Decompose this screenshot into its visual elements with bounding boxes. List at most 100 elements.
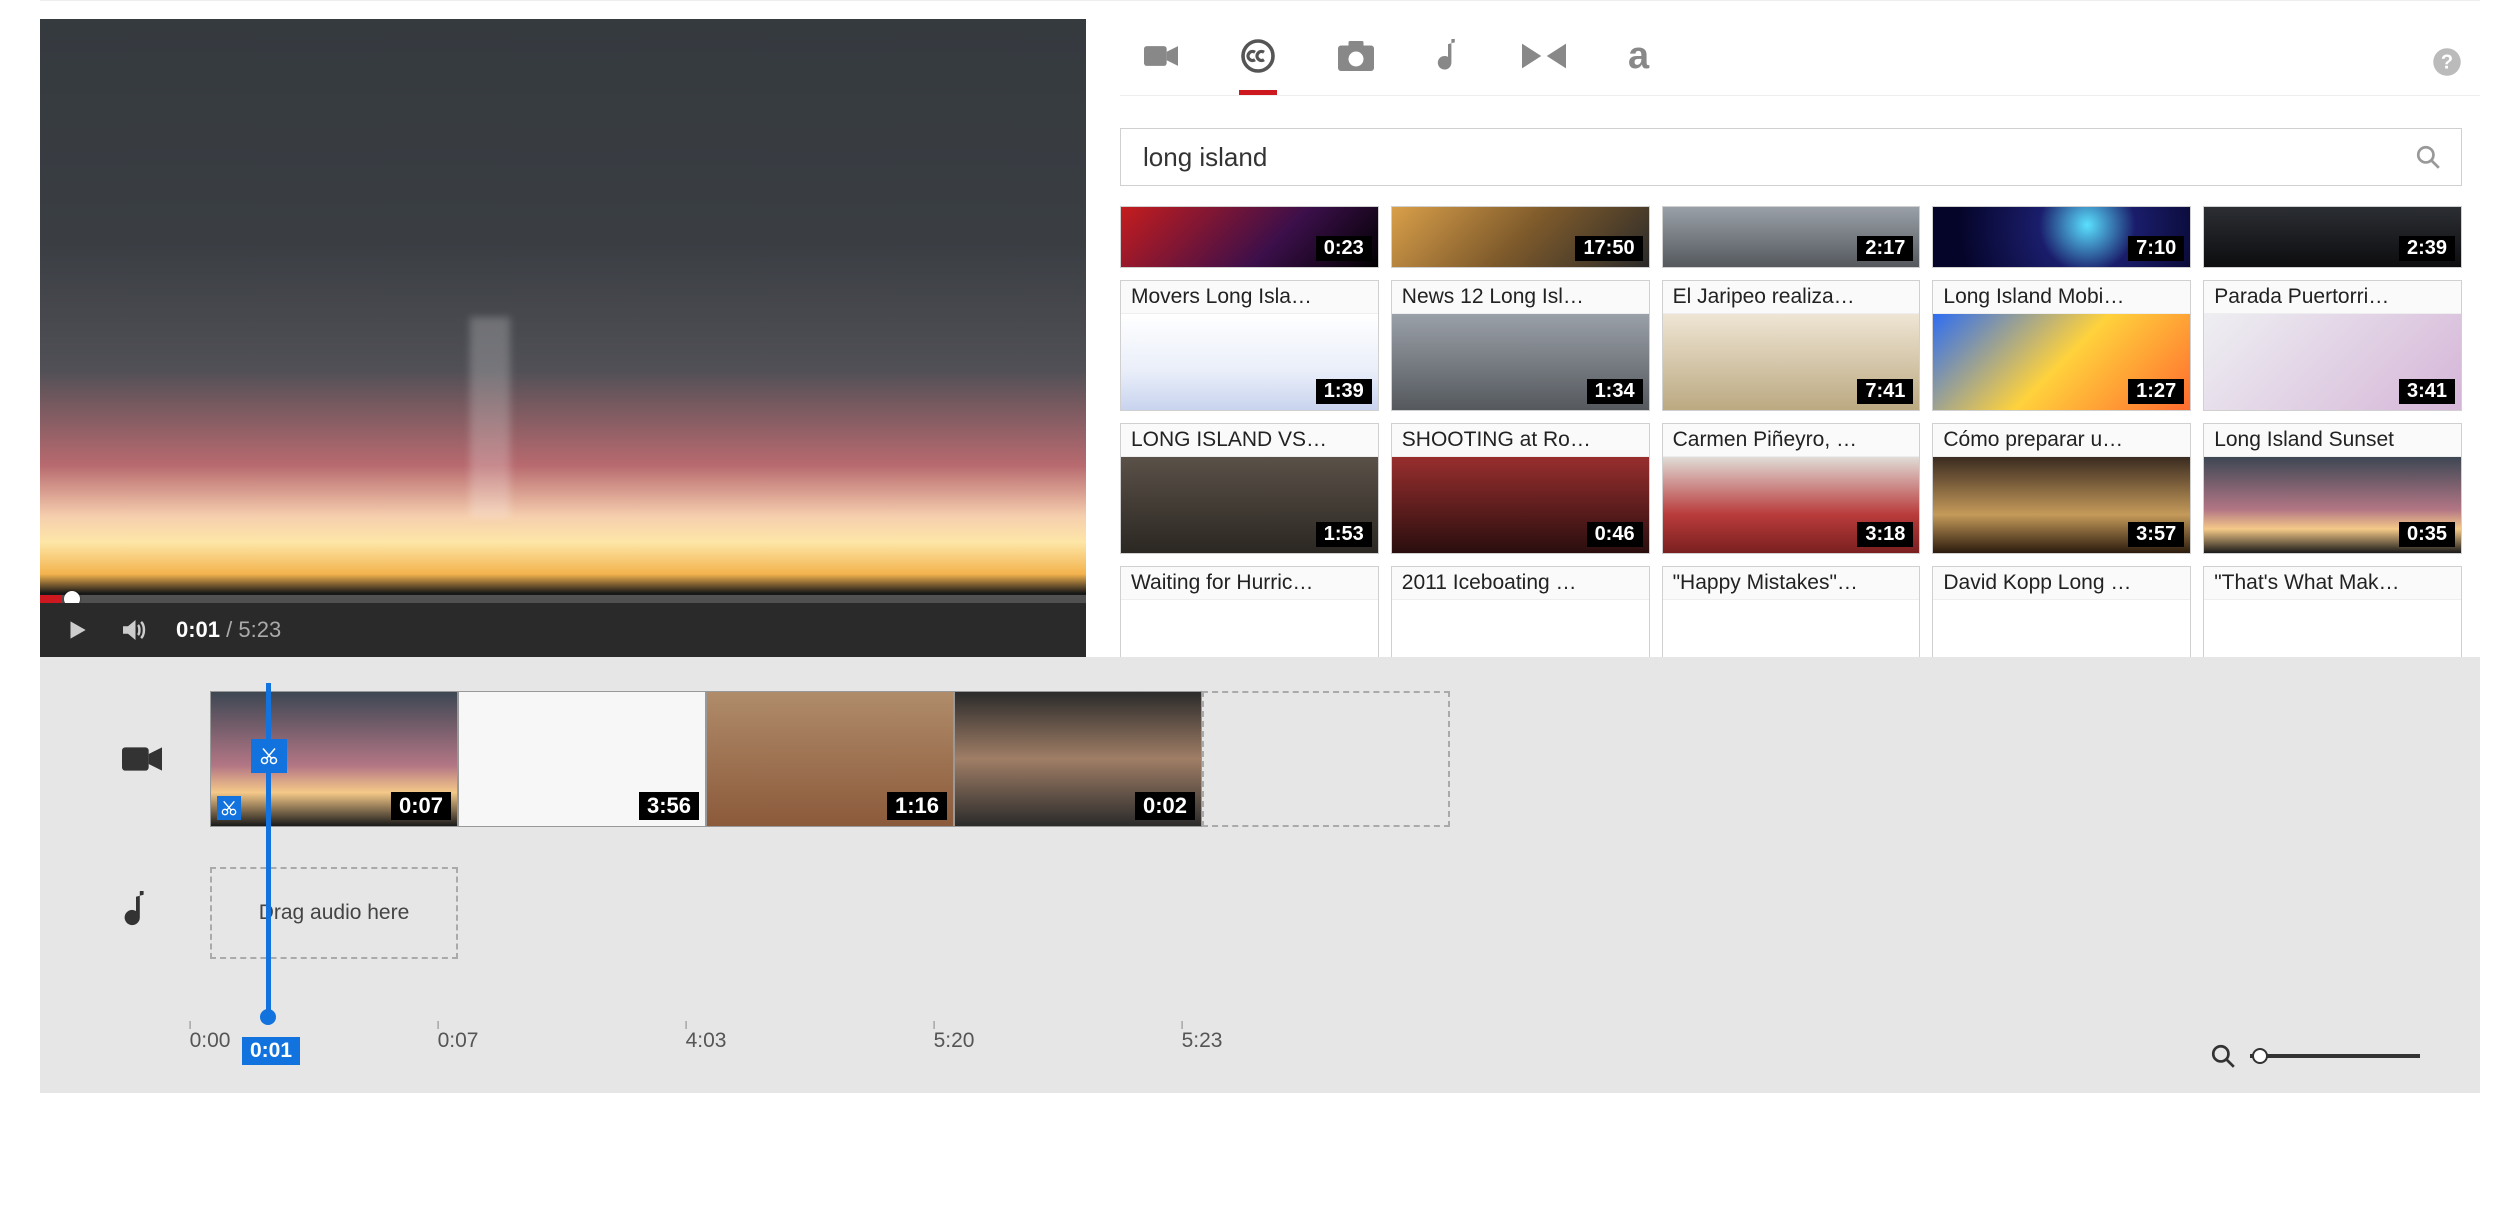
clip-duration: 0:07 [391,792,451,820]
video-preview[interactable]: 0:01 / 5:23 [40,19,1086,657]
text-icon: a [1628,35,1649,77]
clip-duration: 1:16 [887,792,947,820]
timeline-clip[interactable]: 0:07 [210,691,458,827]
result-card[interactable]: El Jaripeo realiza… 7:41 [1662,280,1921,411]
result-card[interactable]: 7:10 [1932,206,2191,268]
thumbnail-duration: 1:39 [1316,379,1372,404]
result-card[interactable]: Carmen Piñeyro, … 3:18 [1662,423,1921,554]
clip-duration: 3:56 [639,792,699,820]
thumbnail-duration: 1:27 [2128,379,2184,404]
tab-transitions[interactable] [1516,34,1572,90]
ruler-tick: 0:07 [438,1029,479,1053]
result-title: Carmen Piñeyro, … [1663,424,1920,457]
thumbnail-duration: 7:10 [2128,236,2184,261]
result-card[interactable]: Movers Long Isla… 1:39 [1120,280,1379,411]
seek-bar[interactable] [40,595,1086,603]
time-ruler[interactable]: 0:00 0:07 4:03 5:20 5:23 [210,1029,2400,1053]
clip-duration: 0:02 [1135,792,1195,820]
result-title: David Kopp Long … [1933,567,2190,600]
tab-my-videos[interactable] [1138,33,1184,91]
timeline-zoom[interactable] [2210,1043,2420,1069]
video-track[interactable]: 0:07 3:56 1:16 0:02 [210,691,2400,827]
thumbnail-duration: 0:23 [1316,236,1372,261]
timeline-clip[interactable]: 0:02 [954,691,1202,827]
tab-text[interactable]: a [1622,29,1655,95]
search-field[interactable] [1120,128,2462,186]
tab-audio[interactable] [1430,31,1466,93]
result-card[interactable]: SHOOTING at Ro… 0:46 [1391,423,1650,554]
result-card[interactable]: LONG ISLAND VS… 1:53 [1120,423,1379,554]
result-card[interactable]: Parada Puertorri… 3:41 [2203,280,2462,411]
result-title: Cómo preparar u… [1933,424,2190,457]
playhead[interactable]: 0:01 [266,683,271,1019]
result-title: Parada Puertorri… [2204,281,2461,314]
thumbnail-duration: 17:50 [1575,236,1642,261]
result-card[interactable]: Cómo preparar u… 3:57 [1932,423,2191,554]
result-card[interactable]: "Happy Mistakes"… [1662,566,1921,657]
video-clips: 0:07 3:56 1:16 0:02 [210,691,1450,827]
playhead-cut-button[interactable] [251,739,287,773]
search-input[interactable] [1141,141,2415,174]
cut-icon[interactable] [217,796,241,820]
thumbnail-duration: 3:41 [2399,379,2455,404]
ruler-tick: 5:23 [1182,1029,1223,1053]
result-card[interactable]: 2:17 [1662,206,1921,268]
audio-drop-zone[interactable]: Drag audio here [210,867,458,959]
current-time: 0:01 [176,617,220,642]
result-title: Waiting for Hurric… [1121,567,1378,600]
result-card[interactable]: 2:39 [2203,206,2462,268]
timeline-clip[interactable]: 3:56 [458,691,706,827]
time-display: 0:01 / 5:23 [176,617,281,643]
result-title: 2011 Iceboating … [1392,567,1649,600]
audio-drop-label: Drag audio here [259,901,410,925]
result-title: Movers Long Isla… [1121,281,1378,314]
play-button[interactable] [64,617,90,643]
ruler-tick: 4:03 [686,1029,727,1053]
playhead-time: 0:01 [242,1037,300,1065]
thumbnail-duration: 3:18 [1857,522,1913,547]
result-card[interactable]: Waiting for Hurric… [1120,566,1379,657]
thumbnail-duration: 1:53 [1316,522,1372,547]
seek-progress [40,595,61,603]
zoom-slider-handle[interactable] [2252,1048,2268,1064]
result-card[interactable]: News 12 Long Isl… 1:34 [1391,280,1650,411]
ruler-tick: 0:00 [190,1029,231,1053]
result-title: "That's What Mak… [2204,567,2461,600]
svg-text:?: ? [2441,51,2453,73]
video-track-icon [122,741,162,777]
audio-track-icon [122,891,150,929]
video-drop-zone[interactable] [1202,691,1450,827]
result-title: Long Island Mobi… [1933,281,2190,314]
tab-creative-commons[interactable] [1234,30,1282,94]
thumbnail-duration: 0:46 [1587,522,1643,547]
results-grid: 0:23 17:50 2:17 7:10 2:39 [1120,206,2462,657]
result-card[interactable]: "That's What Mak… [2203,566,2462,657]
zoom-slider[interactable] [2250,1054,2420,1058]
result-title: SHOOTING at Ro… [1392,424,1649,457]
duration: 5:23 [238,617,281,642]
thumbnail-duration: 2:17 [1857,236,1913,261]
playhead-handle[interactable] [260,1009,276,1025]
result-card[interactable]: 0:23 [1120,206,1379,268]
result-card[interactable]: Long Island Mobi… 1:27 [1932,280,2191,411]
volume-button[interactable] [118,615,148,645]
time-separator: / [226,617,238,642]
result-title: Long Island Sunset [2204,424,2461,457]
thumbnail-duration: 7:41 [1857,379,1913,404]
result-title: LONG ISLAND VS… [1121,424,1378,457]
thumbnail-duration: 0:35 [2399,522,2455,547]
result-card[interactable]: 17:50 [1391,206,1650,268]
result-card[interactable]: 2011 Iceboating … [1391,566,1650,657]
result-title: El Jaripeo realiza… [1663,281,1920,314]
result-card[interactable]: Long Island Sunset 0:35 [2203,423,2462,554]
audio-track[interactable]: Drag audio here [210,867,2400,959]
result-title: News 12 Long Isl… [1392,281,1649,314]
result-title: "Happy Mistakes"… [1663,567,1920,600]
result-card[interactable]: David Kopp Long … [1932,566,2191,657]
preview-frame [40,19,1086,657]
timeline-clip[interactable]: 1:16 [706,691,954,827]
help-button[interactable]: ? [2432,47,2480,77]
tab-photos[interactable] [1332,33,1380,91]
search-icon[interactable] [2415,144,2441,170]
timeline-panel: 0:07 3:56 1:16 0:02 [40,657,2480,1093]
